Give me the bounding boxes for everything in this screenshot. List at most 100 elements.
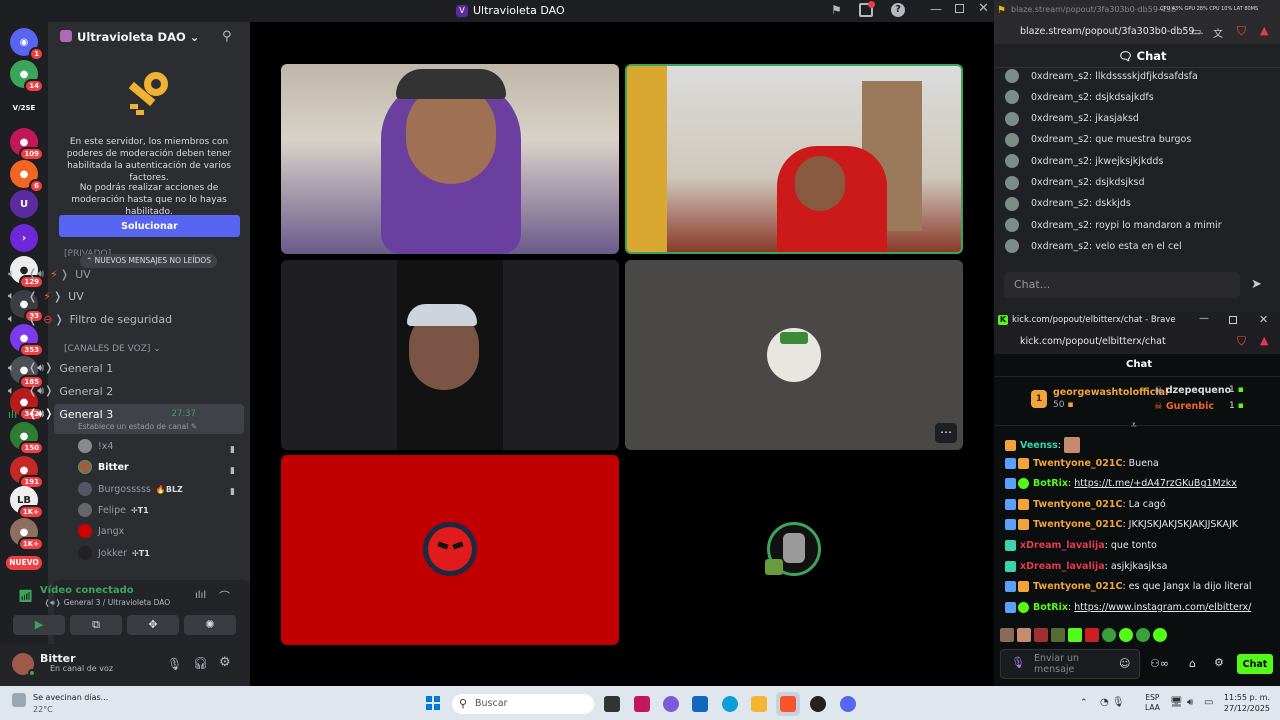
copilot-icon[interactable] <box>663 696 679 712</box>
chat-username[interactable]: BotRix <box>1033 478 1068 489</box>
blaze-chat-message[interactable]: 0xdream_s2: jkasjaksd <box>1005 111 1139 126</box>
camera-button[interactable]: ▶︎ <box>13 615 65 635</box>
leader-2[interactable]: ☠ dzepequeno <box>1154 385 1231 396</box>
screen-share-icon[interactable] <box>859 1 875 17</box>
collapse-icon[interactable]: ⩡ <box>1131 420 1137 431</box>
blaze-chat-message[interactable]: 0xdream_s2: llkdsssskjdfjkdsafdsfa <box>1005 69 1198 83</box>
kick-chat-message[interactable]: xDream_lavalija: que tonto <box>1005 540 1157 551</box>
fix-button[interactable]: Solucionar <box>59 215 240 237</box>
brave-shield-icon[interactable]: ⛉ <box>1237 24 1246 39</box>
kick-url[interactable]: kick.com/popout/elbitterx/chat <box>1020 336 1166 347</box>
emote-icon[interactable] <box>1051 628 1065 642</box>
channel-status[interactable]: Establece un estado de canal ✎ <box>78 422 197 431</box>
help-icon[interactable]: ? <box>891 3 905 17</box>
channel-uv-1[interactable]: 🔈︎ ❬🔊︎ ⚡ ❭ UV <box>8 264 196 284</box>
message-link[interactable]: https://t.me/+dA47rzGKuBg1Mzkx <box>1074 478 1237 489</box>
server-icon-server-green2[interactable]: ● 150 <box>10 422 44 455</box>
kick-chat-message[interactable]: xDream_lavalija: asjkjkasjksa <box>1005 560 1167 572</box>
store-app-icon[interactable] <box>692 696 708 712</box>
blaze-chat-message[interactable]: 0xdream_s2: dsjkdsajkdfs <box>1005 90 1154 105</box>
kick-maximize-icon[interactable] <box>1229 316 1237 324</box>
brave-shield-icon[interactable]: ⛉ <box>1237 334 1246 349</box>
send-icon[interactable]: ➤ <box>1251 277 1262 292</box>
emote-icon[interactable] <box>1136 628 1150 642</box>
member-x4[interactable]: !x4 <box>78 437 113 455</box>
video-tile-5[interactable] <box>281 455 619 645</box>
weather-icon[interactable] <box>12 693 26 707</box>
obs-icon[interactable] <box>810 696 826 712</box>
more-options-icon[interactable]: ⋯ <box>935 423 957 443</box>
windows-start-icon[interactable] <box>426 696 440 710</box>
chat-username[interactable]: xDream_lavalija <box>1020 540 1105 551</box>
blaze-chat-message[interactable]: 0xdream_s2: velo esta en el cel <box>1005 239 1182 254</box>
server-icon-server-anime[interactable]: ● 1K+ <box>10 518 44 551</box>
new-badge[interactable]: NUEVO <box>6 556 42 570</box>
task-view-icon[interactable] <box>604 696 620 712</box>
voice-channel-general-1[interactable]: 🔈︎ ❬🔊︎❭ General 1 <box>8 358 196 378</box>
minimize-icon[interactable]: — <box>930 2 942 16</box>
chat-username[interactable]: Twentyone_021C <box>1033 519 1122 530</box>
chat-username[interactable]: xDream_lavalija <box>1020 561 1105 572</box>
emote-icon[interactable] <box>1119 628 1133 642</box>
edge-icon[interactable] <box>722 696 738 712</box>
kick-chat-message[interactable]: Twentyone_021C: JKKJSKJAKJSKJAKJJSKAJK <box>1005 519 1238 531</box>
kick-close-icon[interactable]: ✕ <box>1259 313 1268 326</box>
maximize-icon[interactable] <box>955 4 964 13</box>
clock[interactable]: 11:55 p. m. 27/12/2025 <box>1210 692 1270 714</box>
cast-icon[interactable]: ▭ <box>1191 25 1201 38</box>
kick-settings-icon[interactable]: ⚙ <box>1214 656 1224 669</box>
add-member-icon[interactable]: ⚲ <box>222 29 232 44</box>
emote-icon[interactable] <box>1000 628 1014 642</box>
brave-rewards-icon[interactable]: ▲ <box>1260 334 1268 347</box>
blaze-tab-title[interactable]: blaze.stream/popout/3fa303b0-db59-43b <box>1011 5 1181 14</box>
channel-uv-2[interactable]: 🔈︎ ❬ ⚡ ❭ UV <box>8 286 196 306</box>
chat-username[interactable]: Veenss <box>1020 440 1058 451</box>
server-icon-discord-home[interactable]: ◉ 1 <box>10 28 44 61</box>
kick-chat-message[interactable]: BotRix: https://t.me/+dA47rzGKuBg1Mzkx <box>1005 478 1237 490</box>
emote-icon[interactable] <box>1017 628 1031 642</box>
emote-icon[interactable] <box>1068 628 1082 642</box>
user-avatar[interactable] <box>12 653 36 677</box>
headphones-icon[interactable]: 🎧︎ <box>193 656 208 670</box>
kick-minimize-icon[interactable]: — <box>1199 313 1209 324</box>
kick-chat-message[interactable]: Twentyone_021C: Buena <box>1005 457 1159 469</box>
microphone-icon[interactable]: 🎙︎ <box>167 657 182 671</box>
server-icon-server-orange[interactable]: ● 6 <box>10 160 44 193</box>
leader-3[interactable]: ☠ Gurenbic <box>1154 401 1214 412</box>
activities-button[interactable]: ✥ <box>127 615 179 635</box>
chat-username[interactable]: Twentyone_021C <box>1033 581 1122 592</box>
server-icon-server-mushroom[interactable]: ● 191 <box>10 456 44 489</box>
server-icon-server-purple[interactable]: › <box>10 224 38 252</box>
share-screen-button[interactable]: ⧉ <box>70 615 122 635</box>
category-voice[interactable]: [CANALES DE VOZ] ⌄ <box>64 344 161 354</box>
snipping-icon[interactable] <box>634 696 650 712</box>
member-burgos[interactable]: Burgosssss 🔥BLZ <box>78 480 183 498</box>
network-icon[interactable]: 🖥︎ <box>1170 697 1183 708</box>
member-jokker[interactable]: Jokker ✢T1 <box>78 544 150 562</box>
kick-chat-message[interactable]: Twentyone_021C: es que Jangx la dijo lite… <box>1005 581 1252 593</box>
soundboard-button[interactable]: ✺ <box>184 615 236 635</box>
emote-row[interactable] <box>1000 628 1270 644</box>
close-icon[interactable]: ✕ <box>978 1 989 16</box>
disconnect-icon[interactable]: ⌒ <box>219 588 230 604</box>
member-jangx[interactable]: Jangx <box>78 522 124 540</box>
signal-icon[interactable]: 📶︎ <box>18 589 33 603</box>
emote-icon[interactable] <box>1153 628 1167 642</box>
video-tile-4[interactable]: ⋯ <box>625 260 963 450</box>
brave-rewards-icon[interactable]: ▲ <box>1260 24 1268 37</box>
kick-chat-message[interactable]: BotRix: https://www.instagram.com/elbitte… <box>1005 601 1251 613</box>
blaze-chat-message[interactable]: 0xdream_s2: dskkjds <box>1005 196 1131 211</box>
server-icon-server-pink[interactable]: ● 109 <box>10 128 44 161</box>
blaze-chat-message[interactable]: 0xdream_s2: que muestra burgos <box>1005 132 1191 147</box>
message-link[interactable]: https://www.instagram.com/elbitterx/ <box>1074 602 1251 613</box>
voice-connected-subtitle[interactable]: ❬🔊︎❭ General 3 / Ultravioleta DAO <box>44 598 170 608</box>
member-felipe[interactable]: Felipe ✢T1 <box>78 501 149 519</box>
server-icon-server-uv[interactable]: U <box>10 190 38 218</box>
server-name[interactable]: Ultravioleta DAO ⌄ <box>77 30 199 44</box>
voice-channel-general-3[interactable]: ılı ❬🔊︎❭ General 3 27:37 <box>8 404 196 424</box>
kick-send-button[interactable]: Chat <box>1237 654 1273 674</box>
leader-name[interactable]: georgewashtolofficial <box>1053 387 1168 398</box>
taskbar-search[interactable] <box>452 694 594 714</box>
emoji-icon[interactable]: ☺ <box>1119 657 1130 670</box>
inbox-icon[interactable]: ⚑ <box>831 3 842 17</box>
